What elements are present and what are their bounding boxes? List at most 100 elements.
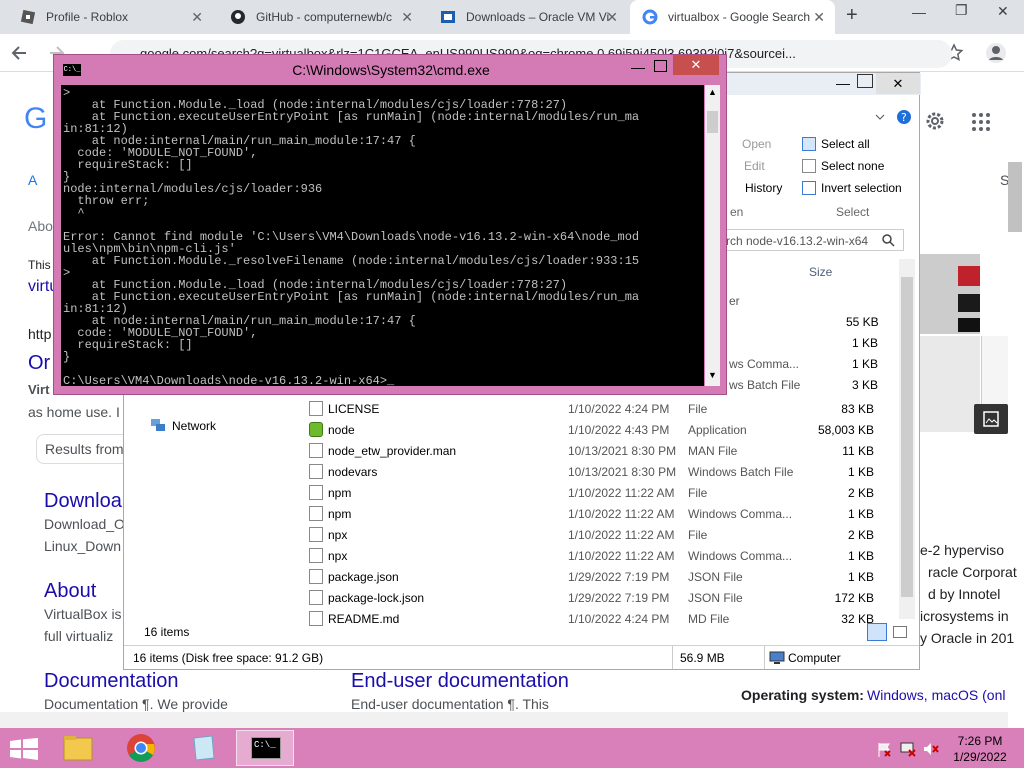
network-status-icon[interactable] <box>899 741 917 757</box>
google-favicon-icon <box>642 9 658 25</box>
file-icon <box>309 464 323 479</box>
horizontal-scrollbar[interactable] <box>0 712 1008 728</box>
edit-ribbon-button[interactable]: Edit <box>744 159 765 173</box>
search-box[interactable]: rch node-v16.13.2-win-x64 <box>721 229 904 251</box>
file-row[interactable]: node 1/10/2022 4:43 PM Application 58,003 K… <box>309 419 874 440</box>
file-size: 55 KB <box>846 315 879 329</box>
tab-all[interactable]: A <box>28 172 37 188</box>
history-ribbon-button[interactable]: History <box>745 181 782 195</box>
kp-line: y Oracle in 201 <box>920 630 1015 646</box>
file-size: 2 KB <box>847 486 874 500</box>
scroll-down-icon[interactable]: ▼ <box>707 370 718 382</box>
large-icons-view-icon[interactable] <box>893 626 907 638</box>
file-row[interactable]: package-lock.json 1/29/2022 7:19 PM JSON F… <box>309 587 874 608</box>
volume-muted-icon[interactable] <box>922 741 940 757</box>
tab-oracle-downloads[interactable]: Downloads – Oracle VM Vi ✕ <box>428 0 628 34</box>
file-name: npx <box>328 528 348 542</box>
minimize-button[interactable]: — <box>912 4 926 20</box>
new-tab-button[interactable]: + <box>846 4 858 27</box>
close-tab-icon[interactable]: ✕ <box>813 9 825 26</box>
clock-date[interactable]: 1/29/2022 <box>940 750 1020 764</box>
file-row[interactable]: README.md 1/10/2022 4:24 PM MD File 32 KB <box>309 608 874 629</box>
back-arrow-icon[interactable] <box>10 44 28 62</box>
file-row[interactable]: nodevars 10/13/2021 8:30 PM Windows Batch … <box>309 461 874 482</box>
result-snippet: as home use. I <box>28 404 120 420</box>
tab-google-search[interactable]: virtualbox - Google Search ✕ <box>630 0 835 34</box>
column-header-size[interactable]: Size <box>809 265 832 279</box>
console-line: at Function.Module._resolveFilename (nod… <box>63 254 640 268</box>
file-row[interactable]: LICENSE 1/10/2022 4:24 PM File 83 KB <box>309 398 874 419</box>
restore-button[interactable]: ❐ <box>955 2 968 19</box>
file-name: npm <box>328 486 352 500</box>
invert-selection-button[interactable]: Invert selection <box>821 181 902 195</box>
nav-item-network[interactable]: Network <box>172 419 216 433</box>
file-row[interactable]: package.json 1/29/2022 7:19 PM JSON File 1 … <box>309 566 874 587</box>
kp-line: d by Innotel <box>928 586 1001 602</box>
taskbar-cmd[interactable]: C:\_ <box>236 730 294 766</box>
scrollbar-thumb[interactable] <box>707 111 718 133</box>
cmd-scrollbar[interactable]: ▲ ▼ <box>705 85 720 386</box>
file-date-modified: 1/10/2022 11:22 AM <box>568 549 675 563</box>
download-line: Download_O <box>44 516 125 532</box>
ribbon-collapse-icon[interactable] <box>874 111 886 123</box>
explorer-maximize-button[interactable] <box>857 74 873 88</box>
profile-avatar-icon[interactable] <box>985 42 1007 64</box>
download-heading[interactable]: Downloa <box>44 490 122 513</box>
close-tab-icon[interactable]: ✕ <box>606 9 618 26</box>
file-size: 83 KB <box>841 402 874 416</box>
about-line: full virtualiz <box>44 628 114 644</box>
network-icon <box>151 419 165 431</box>
tab-label: virtualbox - Google Search <box>668 10 811 24</box>
file-date-modified: 1/10/2022 11:22 AM <box>568 507 675 521</box>
file-row[interactable]: npx 1/10/2022 11:22 AM File 2 KB <box>309 524 874 545</box>
action-center-flag-icon[interactable] <box>876 742 892 758</box>
google-logo[interactable]: G <box>24 102 47 136</box>
tab-github[interactable]: GitHub - computernewb/c ✕ <box>218 0 423 34</box>
cmd-console-output[interactable]: > at Function.Module._load (node:interna… <box>61 85 704 386</box>
close-tab-icon[interactable]: ✕ <box>401 9 413 26</box>
file-row[interactable]: npm 1/10/2022 11:22 AM File 2 KB <box>309 482 874 503</box>
file-row[interactable]: node_etw_provider.man 10/13/2021 8:30 PM M… <box>309 440 874 461</box>
taskbar-app[interactable] <box>174 730 232 766</box>
cmd-close-button[interactable]: ✕ <box>673 55 719 75</box>
settings-gear-icon[interactable] <box>924 110 946 132</box>
console-line: ^ <box>63 206 85 220</box>
file-row[interactable]: npx 1/10/2022 11:22 AM Windows Comma... 1 K… <box>309 545 874 566</box>
file-date-modified: 1/10/2022 11:22 AM <box>568 486 675 500</box>
start-windows-icon[interactable] <box>10 738 38 760</box>
image-gallery-button[interactable] <box>974 404 1008 434</box>
scrollbar-thumb[interactable] <box>901 277 913 597</box>
cmd-minimize-button[interactable]: — <box>631 59 645 75</box>
taskbar-chrome[interactable] <box>112 730 170 766</box>
taskbar-file-explorer[interactable] <box>50 730 108 766</box>
clock-time[interactable]: 7:26 PM <box>940 734 1020 748</box>
help-icon[interactable]: ? <box>896 109 912 125</box>
search-icon[interactable] <box>881 233 895 247</box>
open-ribbon-button[interactable]: Open <box>742 137 771 151</box>
documentation-heading[interactable]: Documentation <box>44 670 179 693</box>
result-url[interactable]: http <box>28 326 51 342</box>
file-row[interactable]: npm 1/10/2022 11:22 AM Windows Comma... 1 K… <box>309 503 874 524</box>
select-none-button[interactable]: Select none <box>821 159 884 173</box>
enduser-heading[interactable]: End-user documentation <box>351 670 569 693</box>
file-list-scrollbar[interactable] <box>899 259 915 619</box>
select-all-button[interactable]: Select all <box>821 137 870 151</box>
cmd-maximize-button[interactable] <box>654 60 667 72</box>
explorer-minimize-button[interactable]: — <box>836 75 850 91</box>
close-window-button[interactable]: ✕ <box>997 3 1009 20</box>
results-from-chip[interactable]: Results from <box>36 434 136 464</box>
result-heading[interactable]: Or <box>28 352 50 375</box>
explorer-close-button[interactable]: ✕ <box>876 73 920 94</box>
apps-grid-icon[interactable] <box>971 112 991 132</box>
file-date-modified: 1/10/2022 4:24 PM <box>568 402 670 416</box>
scroll-up-icon[interactable]: ▲ <box>707 87 718 99</box>
page-scrollbar-thumb[interactable] <box>1008 162 1022 232</box>
tab-profile-roblox[interactable]: Profile - Roblox ✕ <box>8 0 213 34</box>
os-value[interactable]: Windows, macOS (onl <box>867 687 1005 703</box>
tab-label: GitHub - computernewb/c <box>256 10 393 24</box>
close-tab-icon[interactable]: ✕ <box>191 9 203 26</box>
file-icon <box>309 527 323 542</box>
details-view-icon[interactable] <box>867 623 887 641</box>
svg-text:?: ? <box>901 111 907 124</box>
about-heading[interactable]: About <box>44 580 96 603</box>
